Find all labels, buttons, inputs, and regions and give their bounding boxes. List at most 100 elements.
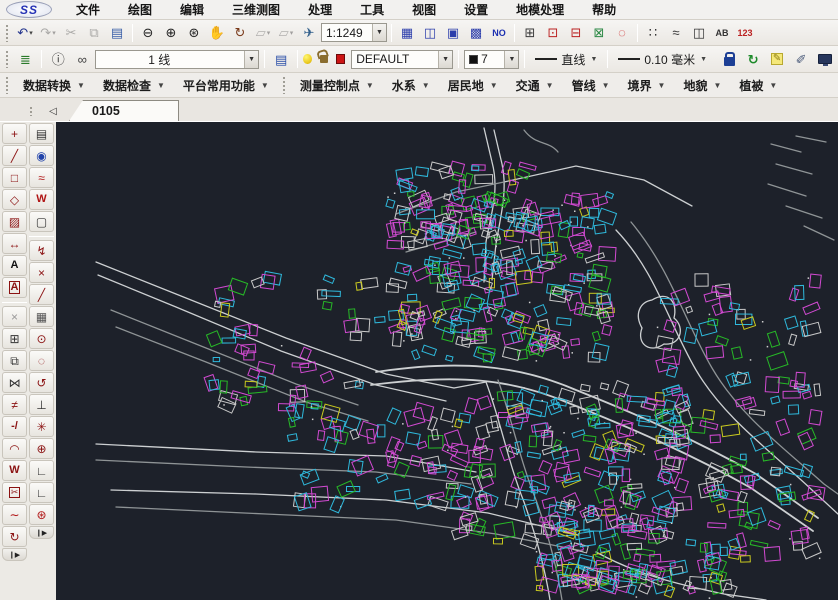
tool-w-points[interactable]: W — [29, 189, 54, 210]
cut-button[interactable]: ✂ — [60, 22, 82, 43]
menu-item-2[interactable]: 编辑 — [166, 0, 218, 20]
tool-grid[interactable]: ▦ — [29, 306, 54, 327]
ribbon-menu-境界[interactable]: 境界▼ — [620, 73, 674, 98]
linetype-dropdown[interactable]: 直线 ▼ — [530, 49, 602, 70]
paste-button[interactable]: ▤ — [106, 22, 128, 43]
ribbon-menu-交通[interactable]: 交通▼ — [508, 73, 562, 98]
tool-axis-point[interactable]: ⊕ — [29, 438, 54, 459]
tabstrip-drag-handle[interactable] — [29, 106, 34, 116]
color-combo[interactable]: 7 ▼ — [464, 50, 519, 69]
ribbon-menu-数据转换[interactable]: 数据转换▼ — [15, 73, 93, 98]
menu-item-8[interactable]: 地模处理 — [502, 0, 578, 20]
window-split-button[interactable]: ◫ — [419, 22, 441, 43]
color-combo-arrow[interactable]: ▼ — [504, 51, 518, 68]
toolbar-drag-handle[interactable] — [282, 76, 287, 94]
layer-manager-button[interactable]: ≣ — [14, 49, 36, 70]
zoom-window-button[interactable]: ⊛ — [183, 22, 205, 43]
window-frame-button[interactable]: ▣ — [442, 22, 464, 43]
tool-perpendicular[interactable]: ⊥ — [29, 394, 54, 415]
grid-dense-button[interactable]: ▩ — [465, 22, 487, 43]
layer-unlock-icon[interactable] — [320, 55, 329, 63]
layer-combo-arrow[interactable]: ▼ — [244, 51, 258, 68]
text-style-button[interactable]: AB — [711, 22, 733, 43]
menu-item-9[interactable]: 帮助 — [578, 0, 630, 20]
tool-rectangle[interactable]: □ — [2, 167, 27, 188]
edit-note-button[interactable]: ✎ — [766, 49, 788, 70]
tool-node-cross[interactable]: × — [29, 262, 54, 283]
menu-item-4[interactable]: 处理 — [294, 0, 346, 20]
tool-dimension[interactable]: ↔ — [2, 233, 27, 254]
tool-hatch[interactable]: ▨ — [2, 211, 27, 232]
menu-item-5[interactable]: 工具 — [346, 0, 398, 20]
tool-dashed-circle[interactable]: ◌ — [29, 350, 54, 371]
scale-combo[interactable]: 1:1249▼ — [321, 23, 387, 42]
tool-select-region[interactable]: ▢ — [29, 211, 54, 232]
tool-line[interactable]: ╱ — [2, 145, 27, 166]
tool-rotate-number[interactable]: ↻ — [2, 526, 27, 547]
map-sheet-button[interactable]: ⊞ — [519, 22, 541, 43]
layer-info-button[interactable]: ⓘ — [47, 49, 69, 70]
no-overlay-button[interactable]: NO — [488, 22, 510, 43]
tab-nav-button[interactable]: ◁ — [45, 103, 61, 120]
tool-notebook[interactable]: ▤ — [29, 123, 54, 144]
toolbar-drag-handle[interactable] — [5, 50, 9, 68]
tool-point[interactable]: + — [2, 123, 27, 144]
window-tile-button[interactable]: ▦ — [396, 22, 418, 43]
tool-symbol-library[interactable]: ◉ — [29, 145, 54, 166]
menu-item-3[interactable]: 三维测图 — [218, 0, 294, 20]
zoom-in-button[interactable]: ⊕ — [160, 22, 182, 43]
layer-combo[interactable]: 1 线 ▼ — [95, 50, 259, 69]
tool-text[interactable]: A — [2, 255, 27, 276]
redo-button[interactable]: ↷▾ — [37, 22, 59, 43]
tool-lasso[interactable]: ↺ — [29, 372, 54, 393]
layer-color-swatch[interactable] — [336, 54, 345, 64]
lineweight-dropdown[interactable]: 0.10 毫米 ▼ — [613, 49, 712, 70]
tool-arc[interactable]: ◠ — [2, 438, 27, 459]
map-route-button[interactable]: ⊟ — [565, 22, 587, 43]
ribbon-menu-数据检查[interactable]: 数据检查▼ — [95, 73, 173, 98]
tool-star-node[interactable]: ✳ — [29, 416, 54, 437]
block-manager-button[interactable]: ◫ — [688, 22, 710, 43]
document-tab-active[interactable]: 0105 — [69, 100, 179, 121]
brush-button[interactable]: ✐ — [790, 49, 812, 70]
ribbon-menu-地貌[interactable]: 地貌▼ — [675, 73, 729, 98]
fly-view-button[interactable]: ✈ — [298, 22, 320, 43]
layer-on-icon[interactable] — [303, 54, 312, 64]
tool-clip[interactable]: ✂ — [2, 482, 27, 503]
ribbon-menu-植被[interactable]: 植被▼ — [731, 73, 785, 98]
tool-gear[interactable]: ⊛ — [29, 504, 54, 525]
undo-button[interactable]: ↶▾ — [14, 22, 36, 43]
tool-node-segment[interactable]: ╱ — [29, 284, 54, 305]
view-next-button[interactable]: ▱▾ — [275, 22, 297, 43]
number-annotate-button[interactable]: 123 — [734, 22, 756, 43]
ribbon-menu-水系[interactable]: 水系▼ — [384, 73, 438, 98]
tool-trim[interactable]: -/ — [2, 416, 27, 437]
tool-node-line[interactable]: ↯ — [29, 240, 54, 261]
pan-button[interactable]: ✋ — [206, 22, 228, 43]
wave-style-button[interactable]: ≈ — [665, 22, 687, 43]
palette-expand-button[interactable]: ❙▶ — [29, 526, 54, 539]
map-target-button[interactable]: ⊡ — [542, 22, 564, 43]
menu-item-7[interactable]: 设置 — [450, 0, 502, 20]
tool-circle-center[interactable]: ⊙ — [29, 328, 54, 349]
lock-button[interactable] — [718, 49, 740, 70]
tool-annotation[interactable]: A — [2, 277, 27, 298]
map-area-button[interactable]: ⊠ — [588, 22, 610, 43]
tool-pipe[interactable]: ∼ — [2, 504, 27, 525]
menu-item-1[interactable]: 绘图 — [114, 0, 166, 20]
layer-state-combo[interactable]: DEFAULT ▼ — [351, 50, 453, 69]
orbit-button[interactable]: ↻ — [229, 22, 251, 43]
ribbon-menu-测量控制点[interactable]: 测量控制点▼ — [292, 73, 382, 98]
tool-erase[interactable]: × — [2, 306, 27, 327]
tool-dim-k[interactable]: ∟ — [29, 482, 54, 503]
tool-vnotch[interactable]: W — [2, 460, 27, 481]
ribbon-menu-平台常用功能[interactable]: 平台常用功能▼ — [175, 73, 277, 98]
ribbon-menu-管线[interactable]: 管线▼ — [564, 73, 618, 98]
tool-squiggle[interactable]: ≈ — [29, 167, 54, 188]
tool-break[interactable]: ≠ — [2, 394, 27, 415]
drawing-canvas[interactable] — [56, 122, 838, 600]
view-prev-button[interactable]: ▱▾ — [252, 22, 274, 43]
refresh-button[interactable]: ↻ — [742, 49, 764, 70]
layer-state-combo-arrow[interactable]: ▼ — [438, 51, 452, 68]
tool-join[interactable]: ⊞ — [2, 328, 27, 349]
